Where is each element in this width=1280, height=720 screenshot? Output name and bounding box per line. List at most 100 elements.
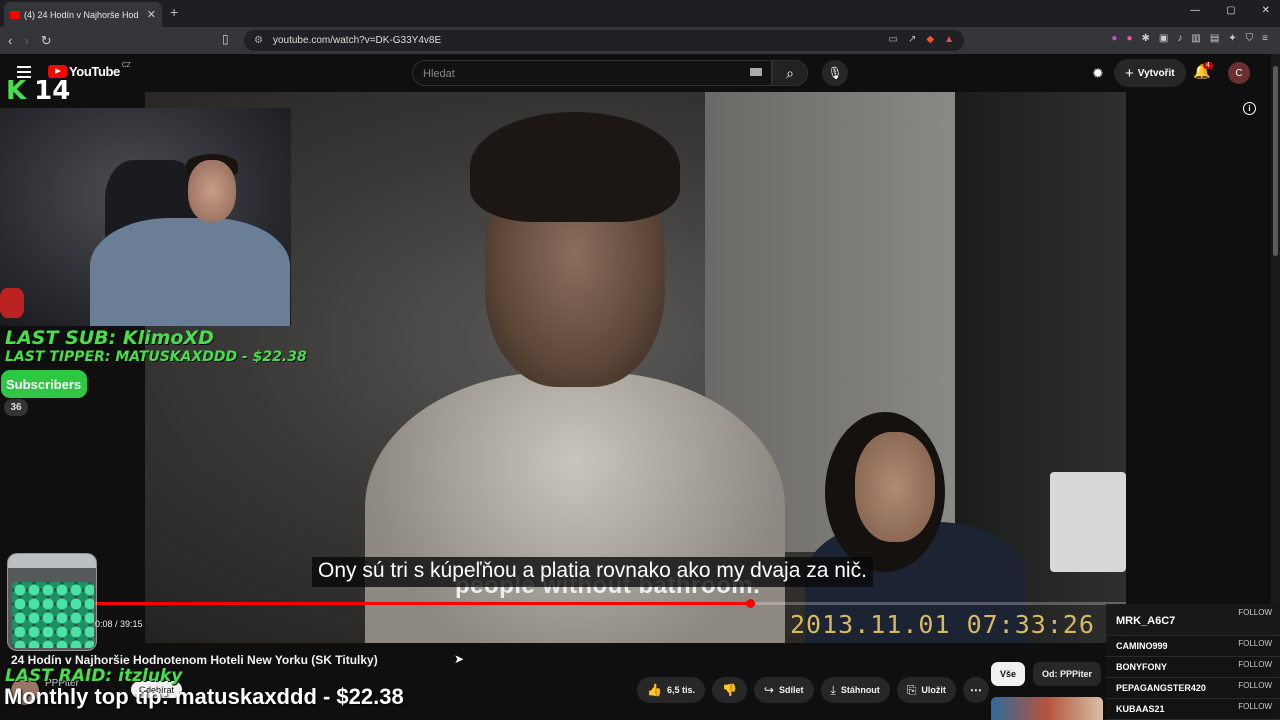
address-bar[interactable]: ⚙ youtube.com/watch?v=DK-G33Y4v8E ▭ ↗ ◆ … bbox=[244, 30, 964, 51]
reload-icon[interactable]: ↻ bbox=[41, 33, 52, 49]
window-controls: — ▢ ✕ bbox=[1190, 5, 1270, 16]
brave-shield-icon[interactable]: ◆ bbox=[926, 34, 934, 45]
settings-gear-icon[interactable]: ✹ bbox=[1092, 65, 1104, 82]
minimize-button[interactable]: — bbox=[1190, 5, 1200, 16]
like-button[interactable]: 👍 6,5 tis. bbox=[637, 677, 705, 703]
music-icon[interactable]: ♪ bbox=[1177, 33, 1182, 44]
brave-rewards-icon[interactable]: ▲ bbox=[944, 34, 954, 45]
leo-icon[interactable]: ✦ bbox=[1228, 33, 1236, 44]
plus-icon: + bbox=[1125, 64, 1134, 82]
tip-jar-lid bbox=[8, 554, 96, 568]
last-raid-label: LAST RAID: itzluky bbox=[5, 666, 183, 686]
recent-follows-overlay: MRK_A6C7 FOLLOW CAMINO999 FOLLOW BONYFON… bbox=[1106, 604, 1280, 720]
webcam-streamer-head bbox=[188, 160, 236, 222]
follow-action: FOLLOW bbox=[1238, 702, 1272, 711]
follow-row: CAMINO999 FOLLOW bbox=[1106, 636, 1280, 657]
recommended-thumbnail[interactable] bbox=[991, 697, 1103, 720]
mic-icon: 🎙 bbox=[827, 66, 843, 80]
tip-jar-gems bbox=[12, 582, 94, 648]
nav-buttons: ‹ › ↻ bbox=[8, 33, 52, 49]
download-icon: ⤓ bbox=[830, 682, 836, 697]
dislike-button[interactable]: 👎 bbox=[711, 677, 747, 703]
account-avatar[interactable]: C bbox=[1228, 62, 1250, 84]
filter-chips: Vše Od: PPPiter bbox=[991, 662, 1102, 686]
sidebar-icon[interactable]: ▥ bbox=[1191, 33, 1200, 44]
k14-logo: K 14 bbox=[6, 78, 70, 104]
forward-icon[interactable]: › bbox=[24, 33, 28, 49]
scrollbar-thumb[interactable] bbox=[1273, 66, 1278, 256]
chip-all[interactable]: Vše bbox=[991, 662, 1026, 686]
subscribers-count: 36 bbox=[4, 399, 28, 416]
more-icon: ⋯ bbox=[969, 683, 982, 697]
create-label: Vytvořit bbox=[1137, 67, 1175, 79]
search-input[interactable]: Hledat bbox=[412, 60, 772, 86]
thumbs-down-icon: 👎 bbox=[721, 683, 737, 697]
extension-icons: ● ● ✱ ▣ ♪ ▥ ▤ ✦ ⛉ ≡ bbox=[1111, 33, 1268, 44]
extension-icon[interactable]: ● bbox=[1126, 33, 1132, 44]
bookmark-save-icon: ⎘ bbox=[906, 682, 917, 697]
wallet-icon[interactable]: ▤ bbox=[1210, 33, 1219, 44]
download-button[interactable]: ⤓ Stáhnout bbox=[820, 677, 890, 703]
menu-icon[interactable]: ≡ bbox=[1262, 33, 1268, 44]
url-text: youtube.com/watch?v=DK-G33Y4v8E bbox=[272, 35, 442, 46]
follow-action: FOLLOW bbox=[1238, 681, 1272, 690]
follow-user: BONYFONY bbox=[1116, 662, 1168, 672]
voice-search-button[interactable]: 🎙 bbox=[822, 60, 848, 86]
vpn-icon[interactable]: ⛉ bbox=[1246, 33, 1254, 44]
browser-tab[interactable]: (4) 24 Hodín v Najhorše Hod ✕ bbox=[4, 2, 162, 27]
video-scene-man-hair bbox=[470, 112, 680, 222]
cast-icon[interactable]: ▭ bbox=[889, 34, 898, 45]
share-arrow-icon: ↪ bbox=[763, 683, 774, 697]
site-info-icon[interactable]: ⚙ bbox=[254, 35, 263, 46]
create-button[interactable]: + Vytvořit bbox=[1114, 59, 1186, 87]
like-count: 6,5 tis. bbox=[666, 685, 695, 695]
k14-letter: K bbox=[6, 76, 27, 106]
follow-action: FOLLOW bbox=[1238, 660, 1272, 669]
progress-scrubber[interactable] bbox=[745, 599, 755, 608]
webcam-red-object bbox=[0, 288, 24, 318]
share-icon[interactable]: ↗ bbox=[908, 34, 916, 45]
k14-number: 14 bbox=[34, 76, 71, 106]
video-scene-woman-face bbox=[855, 432, 935, 542]
new-tab-button[interactable]: + bbox=[170, 4, 178, 20]
browser-toolbar: ‹ › ↻ ▯ ⚙ youtube.com/watch?v=DK-G33Y4v8… bbox=[0, 27, 1280, 54]
extension-icon[interactable]: ● bbox=[1111, 33, 1117, 44]
webcam-streamer-body bbox=[90, 218, 290, 326]
youtube-masthead: YouTube CZ Hledat ⌕ 🎙 ✹ + Vytvořit 🔔 4 C bbox=[0, 54, 1280, 92]
video-title: 24 Hodín v Najhoršie Hodnotenom Hoteli N… bbox=[11, 653, 378, 667]
keyboard-icon[interactable] bbox=[750, 68, 762, 76]
download-label: Stáhnout bbox=[840, 685, 880, 695]
save-button[interactable]: ⎘ Uložit bbox=[896, 677, 956, 703]
search-icon: ⌕ bbox=[786, 64, 794, 81]
follow-user: PEPAGANGSTER420 bbox=[1116, 683, 1206, 693]
mouse-cursor-icon: ➤ bbox=[454, 652, 465, 666]
subscribers-pill: Subscribers bbox=[1, 370, 88, 398]
notification-badge: 4 bbox=[1203, 62, 1213, 69]
back-icon[interactable]: ‹ bbox=[8, 33, 12, 49]
video-datestamp: 2013.11.01 07:33:26 bbox=[790, 610, 1095, 639]
chip-from-channel[interactable]: Od: PPPiter bbox=[1033, 662, 1102, 686]
share-button[interactable]: ↪ Sdílet bbox=[753, 677, 814, 703]
follow-row: KUBAAS21 FOLLOW bbox=[1106, 699, 1280, 720]
logo-text: YouTube bbox=[69, 64, 120, 79]
more-actions-button[interactable]: ⋯ bbox=[962, 677, 989, 703]
maximize-button[interactable]: ▢ bbox=[1226, 5, 1235, 16]
close-window-button[interactable]: ✕ bbox=[1262, 5, 1270, 16]
search-button[interactable]: ⌕ bbox=[772, 60, 808, 86]
share-label: Sdílet bbox=[778, 685, 804, 695]
follow-row: BONYFONY FOLLOW bbox=[1106, 657, 1280, 678]
info-icon[interactable]: i bbox=[1243, 102, 1256, 115]
bookmark-icon[interactable]: ▯ bbox=[222, 32, 229, 46]
save-label: Uložit bbox=[921, 685, 946, 695]
follow-user: KUBAAS21 bbox=[1116, 704, 1165, 714]
close-tab-icon[interactable]: ✕ bbox=[147, 8, 156, 21]
caption-text: Ony sú tri s kúpeľňou a platia rovnako a… bbox=[312, 557, 873, 587]
tab-title: (4) 24 Hodín v Najhorše Hod bbox=[24, 9, 139, 20]
video-scene-chair bbox=[1050, 472, 1126, 572]
screenshot-icon[interactable]: ▣ bbox=[1159, 33, 1168, 44]
video-progress-bar[interactable] bbox=[95, 599, 1126, 608]
puzzle-icon[interactable]: ✱ bbox=[1142, 33, 1150, 44]
omnibox-icons: ▭ ↗ ◆ ▲ bbox=[889, 34, 954, 45]
follow-row: PEPAGANGSTER420 FOLLOW bbox=[1106, 678, 1280, 699]
last-sub-label: LAST SUB: KlimoXD bbox=[5, 327, 214, 349]
